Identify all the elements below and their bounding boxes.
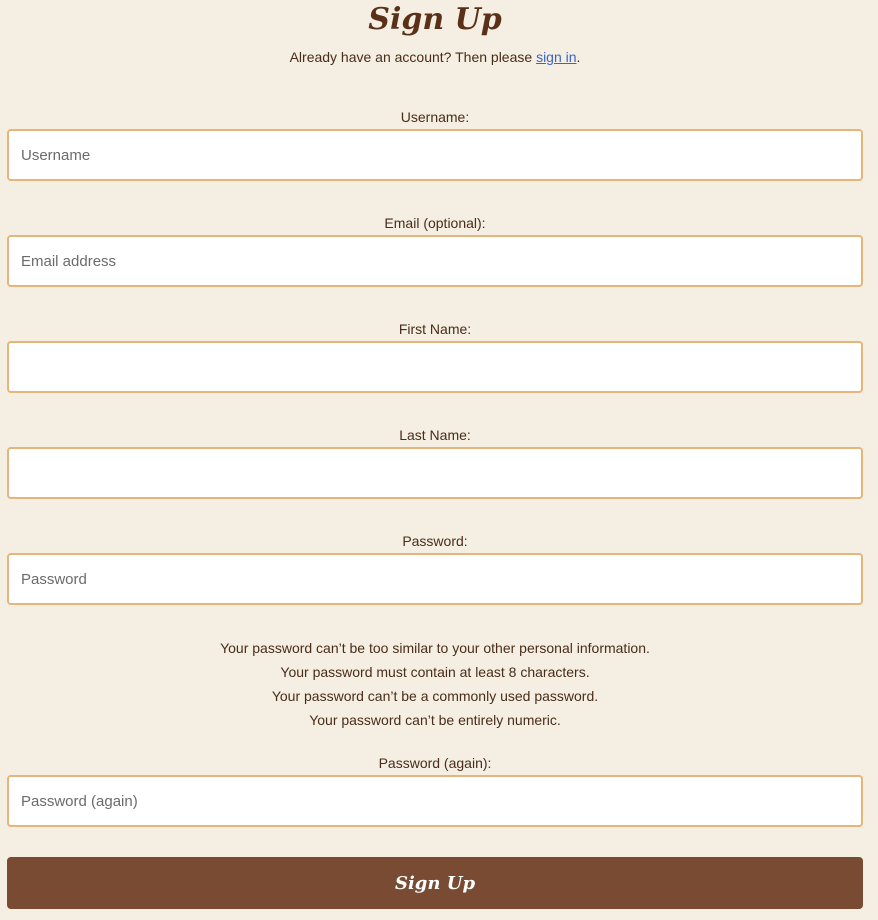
signin-prompt: Already have an account? Then please sig…: [0, 46, 870, 68]
password-help-item: Your password can’t be too similar to yo…: [220, 640, 650, 656]
password-help: Your password can’t be too similar to yo…: [0, 636, 870, 732]
first-name-field[interactable]: [7, 341, 863, 393]
password-again-field[interactable]: [7, 775, 863, 827]
email-field[interactable]: [7, 235, 863, 287]
username-label: Username:: [400, 109, 470, 125]
password-again-label: Password (again):: [378, 755, 492, 771]
username-field[interactable]: [7, 129, 863, 181]
last-name-label: Last Name:: [399, 427, 471, 443]
last-name-field[interactable]: [7, 447, 863, 499]
page-title: Sign Up: [368, 2, 502, 37]
signin-prompt-text: Already have an account? Then please: [289, 49, 537, 65]
password-field[interactable]: [7, 553, 863, 605]
password-label: Password:: [402, 533, 468, 549]
signup-page: Sign Up Already have an account? Then pl…: [0, 0, 878, 920]
signup-button[interactable]: Sign Up: [7, 857, 863, 909]
password-help-item: Your password can’t be a commonly used p…: [271, 688, 599, 704]
signin-link[interactable]: sign in: [536, 49, 576, 65]
email-label: Email (optional):: [384, 215, 486, 231]
first-name-label: First Name:: [398, 321, 472, 337]
password-help-item: Your password must contain at least 8 ch…: [280, 664, 590, 680]
password-help-item: Your password can’t be entirely numeric.: [309, 712, 561, 728]
signin-prompt-suffix: .: [576, 49, 581, 65]
